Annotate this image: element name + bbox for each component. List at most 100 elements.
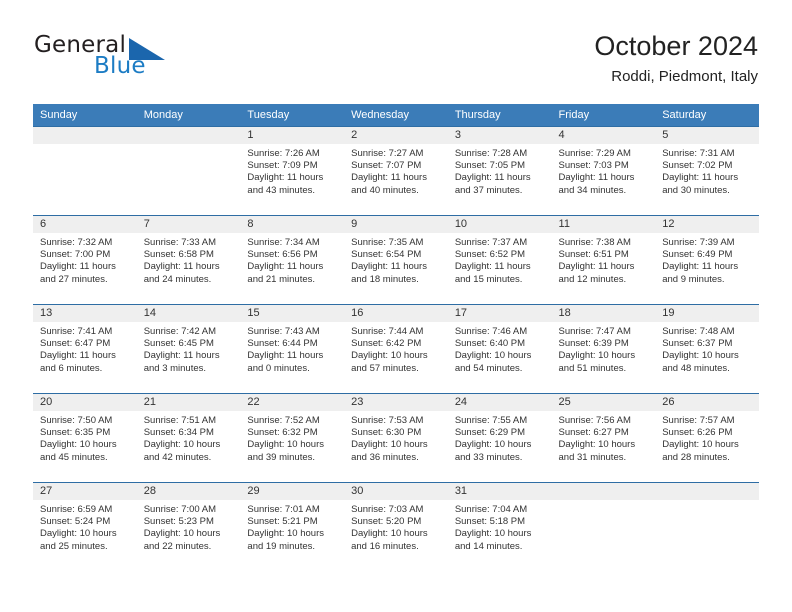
sunset-time: Sunset: 5:21 PM [247,516,318,528]
day-details: Sunrise: 7:47 AM Sunset: 6:39 PM Daylight:… [552,322,656,375]
day-number: 9 [344,216,448,233]
daylight-duration-line2: and 18 minutes. [351,273,419,285]
calendar-day-cell[interactable]: 21 Sunrise: 7:51 AM Sunset: 6:34 PM Dayligh… [136,393,241,483]
day-number: 24 [447,394,552,411]
day-details: Sunrise: 7:33 AM Sunset: 6:58 PM Daylight:… [137,233,241,286]
sunrise-time: Sunrise: 7:44 AM [351,326,424,337]
day-details: Sunrise: 7:56 AM Sunset: 6:27 PM Daylight:… [552,411,656,464]
sunset-time: Sunset: 6:27 PM [558,427,629,439]
sunset-time: Sunset: 7:05 PM [454,160,526,172]
calendar-day-cell[interactable]: 29 Sunrise: 7:01 AM Sunset: 5:21 PM Dayligh… [240,482,345,572]
calendar-day-cell[interactable]: 1 Sunrise: 7:26 AM Sunset: 7:09 PM Daylight… [240,126,345,216]
daylight-duration-line2: and 25 minutes. [40,540,108,552]
day-details: Sunrise: 7:34 AM Sunset: 6:56 PM Daylight:… [240,233,344,286]
daylight-duration-line1: Daylight: 11 hours [351,172,427,184]
calendar-day-cell[interactable]: 19 Sunrise: 7:48 AM Sunset: 6:37 PM Dayligh… [655,304,759,394]
daylight-duration-line2: and 45 minutes. [40,451,108,463]
calendar-day-cell-empty [33,126,137,216]
calendar-day-cell[interactable]: 28 Sunrise: 7:00 AM Sunset: 5:23 PM Dayligh… [136,482,241,572]
daylight-duration-line2: and 6 minutes. [40,362,103,374]
daylight-duration-line1: Daylight: 11 hours [143,261,220,273]
calendar-day-cell[interactable]: 2 Sunrise: 7:27 AM Sunset: 7:07 PM Daylight… [344,126,448,216]
calendar-day-cell[interactable]: 16 Sunrise: 7:44 AM Sunset: 6:42 PM Dayligh… [344,304,448,394]
calendar-day-cell[interactable]: 5 Sunrise: 7:31 AM Sunset: 7:02 PM Daylight… [655,126,759,216]
day-details: Sunrise: 7:46 AM Sunset: 6:40 PM Daylight:… [448,322,552,375]
daylight-duration-line1: Daylight: 10 hours [662,439,739,451]
sunrise-time: Sunrise: 7:42 AM [143,326,217,337]
sunset-time: Sunset: 6:54 PM [351,249,422,261]
daylight-duration-line1: Daylight: 10 hours [40,439,117,451]
daylight-duration-line2: and 24 minutes. [143,273,212,285]
daylight-duration-line1: Daylight: 10 hours [454,528,532,540]
weekday-header-thursday: Thursday [447,104,552,127]
sunrise-time: Sunrise: 7:37 AM [454,237,528,248]
calendar-day-cell[interactable]: 17 Sunrise: 7:46 AM Sunset: 6:40 PM Dayligh… [447,304,552,394]
weekday-header-tuesday: Tuesday [240,104,345,127]
calendar-day-cell[interactable]: 31 Sunrise: 7:04 AM Sunset: 5:18 PM Dayligh… [447,482,552,572]
calendar-day-cell[interactable]: 7 Sunrise: 7:33 AM Sunset: 6:58 PM Daylight… [136,215,241,305]
weekday-header-wednesday: Wednesday [344,104,448,127]
calendar-day-cell[interactable]: 25 Sunrise: 7:56 AM Sunset: 6:27 PM Dayligh… [551,393,656,483]
calendar-header-row: Sunday Monday Tuesday Wednesday Thursday Frid… [33,104,759,127]
day-number: 23 [344,394,448,411]
day-number: 29 [240,483,345,500]
calendar-day-cell[interactable]: 18 Sunrise: 7:47 AM Sunset: 6:39 PM Dayligh… [551,304,656,394]
sunset-time: Sunset: 6:58 PM [143,249,214,261]
sunrise-time: Sunrise: 7:53 AM [351,415,424,426]
sunrise-time: Sunrise: 7:29 AM [558,148,631,159]
calendar-day-cell[interactable]: 10 Sunrise: 7:37 AM Sunset: 6:52 PM Dayligh… [447,215,552,305]
calendar-day-cell[interactable]: 22 Sunrise: 7:52 AM Sunset: 6:32 PM Dayligh… [240,393,345,483]
daylight-duration-line1: Daylight: 11 hours [247,350,324,362]
sunset-time: Sunset: 6:26 PM [662,427,733,439]
calendar-day-cell[interactable]: 3 Sunrise: 7:28 AM Sunset: 7:05 PM Daylight… [447,126,552,216]
weekday-header-monday: Monday [136,104,241,127]
sunrise-time: Sunrise: 7:51 AM [143,415,217,426]
page-header: General Blue October 2024 Roddi, Piedmon… [34,30,758,96]
daylight-duration-line2: and 36 minutes. [351,451,419,463]
day-details: Sunrise: 7:43 AM Sunset: 6:44 PM Daylight:… [240,322,344,375]
calendar-day-cell[interactable]: 4 Sunrise: 7:29 AM Sunset: 7:03 PM Daylight… [551,126,656,216]
sunrise-time: Sunrise: 7:52 AM [247,415,320,426]
day-details: Sunrise: 7:27 AM Sunset: 7:07 PM Daylight:… [344,144,448,197]
day-number [33,127,137,144]
calendar-day-cell[interactable]: 8 Sunrise: 7:34 AM Sunset: 6:56 PM Daylight… [240,215,345,305]
sunset-time: Sunset: 6:56 PM [247,249,318,261]
calendar-day-cell[interactable]: 15 Sunrise: 7:43 AM Sunset: 6:44 PM Dayligh… [240,304,345,394]
day-details: Sunrise: 7:00 AM Sunset: 5:23 PM Daylight:… [137,500,241,553]
calendar-day-cell[interactable]: 23 Sunrise: 7:53 AM Sunset: 6:30 PM Dayligh… [344,393,448,483]
calendar-day-cell[interactable]: 12 Sunrise: 7:39 AM Sunset: 6:49 PM Dayligh… [655,215,759,305]
calendar-day-cell[interactable]: 9 Sunrise: 7:35 AM Sunset: 6:54 PM Daylight… [344,215,448,305]
day-details: Sunrise: 7:53 AM Sunset: 6:30 PM Daylight:… [344,411,448,464]
calendar-day-cell[interactable]: 24 Sunrise: 7:55 AM Sunset: 6:29 PM Dayligh… [447,393,552,483]
day-details: Sunrise: 7:03 AM Sunset: 5:20 PM Daylight:… [344,500,448,553]
calendar-day-cell[interactable]: 30 Sunrise: 7:03 AM Sunset: 5:20 PM Dayligh… [344,482,448,572]
calendar-day-cell[interactable]: 27 Sunrise: 6:59 AM Sunset: 5:24 PM Dayligh… [33,482,137,572]
calendar-day-cell[interactable]: 6 Sunrise: 7:32 AM Sunset: 7:00 PM Daylight… [33,215,137,305]
daylight-duration-line2: and 31 minutes. [558,451,627,463]
daylight-duration-line1: Daylight: 10 hours [143,528,221,540]
daylight-duration-line2: and 22 minutes. [143,540,212,552]
weekday-header-sunday: Sunday [33,104,137,127]
day-number: 30 [344,483,448,500]
sunset-time: Sunset: 6:52 PM [454,249,526,261]
calendar-day-cell[interactable]: 20 Sunrise: 7:50 AM Sunset: 6:35 PM Dayligh… [33,393,137,483]
calendar-day-cell[interactable]: 26 Sunrise: 7:57 AM Sunset: 6:26 PM Dayligh… [655,393,759,483]
calendar-day-cell[interactable]: 11 Sunrise: 7:38 AM Sunset: 6:51 PM Dayligh… [551,215,656,305]
daylight-duration-line2: and 0 minutes. [247,362,310,374]
day-number: 20 [33,394,137,411]
sunset-time: Sunset: 7:09 PM [247,160,318,172]
calendar-week-row: 6 Sunrise: 7:32 AM Sunset: 7:00 PM Daylight… [33,215,759,305]
calendar-day-cell[interactable]: 14 Sunrise: 7:42 AM Sunset: 6:45 PM Dayligh… [136,304,241,394]
sunrise-time: Sunrise: 7:35 AM [351,237,424,248]
calendar-day-cell-empty [655,482,759,572]
sunrise-time: Sunrise: 7:57 AM [662,415,735,426]
daylight-duration-line1: Daylight: 10 hours [558,350,636,362]
sunset-time: Sunset: 5:18 PM [454,516,526,528]
sunset-time: Sunset: 6:51 PM [558,249,629,261]
day-number: 31 [447,483,552,500]
day-number: 19 [655,305,759,322]
sunrise-time: Sunrise: 7:00 AM [143,504,217,515]
sunset-time: Sunset: 6:39 PM [558,338,629,350]
day-details: Sunrise: 6:59 AM Sunset: 5:24 PM Daylight:… [33,500,137,553]
calendar-day-cell[interactable]: 13 Sunrise: 7:41 AM Sunset: 6:47 PM Dayligh… [33,304,137,394]
